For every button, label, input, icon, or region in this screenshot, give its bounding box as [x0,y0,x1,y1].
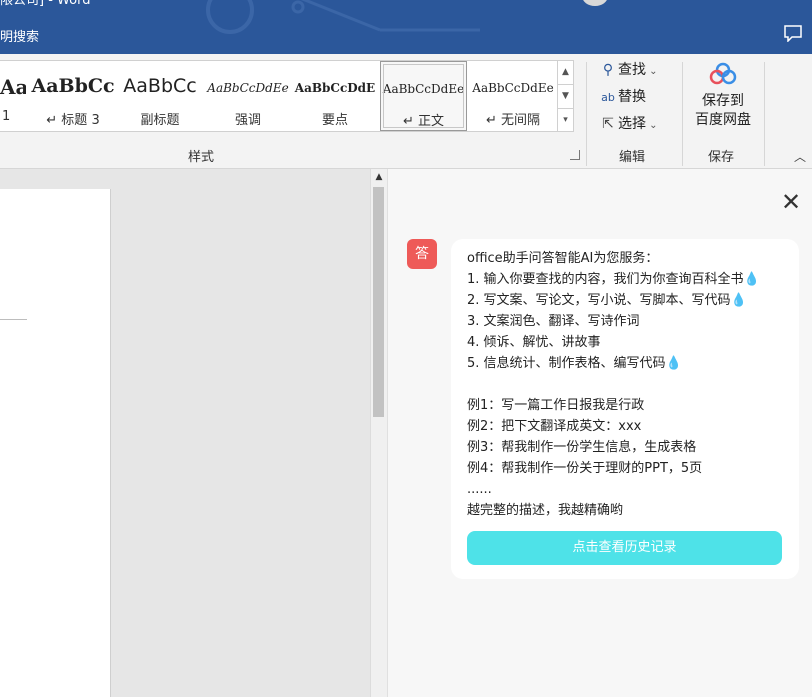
gallery-down-icon[interactable]: ▼ [558,85,573,109]
styles-group-label: 样式 [188,150,215,165]
save-to-baidu-button[interactable]: 保存到 百度网盘 [688,62,758,130]
message-line: 例4：帮我制作一份关于理财的PPT，5页 [467,461,703,476]
ribbon: AaBbC 1 AaBbCc ↵ 标题 3 AaBbCc 副标题 AaBbCcD… [0,54,812,169]
style-name: ↵ 无间隔 [485,113,541,128]
assistant-pane: ✕ 答 office助手问答智能AI为您服务： 1. 输入你要查找的内容，我们为… [387,169,812,697]
style-preview: AaBbCcDdEe [207,81,289,95]
account-avatar[interactable] [582,0,608,6]
message-line: 例3：帮我制作一份学生信息，生成表格 [467,440,697,455]
message-line: 4. 倾诉、解忧、讲故事 [467,335,601,350]
styles-gallery: AaBbC 1 AaBbCc ↵ 标题 3 AaBbCc 副标题 AaBbCcD… [0,60,557,132]
tell-me-search[interactable]: 明搜索 [0,26,39,45]
message-line: 例1：写一篇工作日报我是行政 [467,398,645,413]
document-scrollbar[interactable]: ▲ [370,169,387,697]
collapse-ribbon-icon[interactable]: ︿ [794,148,806,165]
comment-icon[interactable] [784,24,802,42]
bot-avatar: 答 [407,239,437,269]
message-line: 1. 输入你要查找的内容，我们为你查询百科全书💧 [467,272,760,287]
style-preview: AaBbC [0,75,26,99]
title-bar: 限公司] - Word 明搜索 [0,0,812,54]
style-strong[interactable]: AaBbCcDdE 要点 [292,61,378,131]
style-preview: AaBbCcDdE [294,81,376,95]
style-heading-3[interactable]: AaBbCc ↵ 标题 3 [30,61,116,131]
scrollbar-thumb[interactable] [373,187,384,417]
scroll-up-icon[interactable]: ▲ [371,169,387,185]
style-name: ↵ 正文 [402,114,445,129]
message-line: 5. 信息统计、制作表格、编写代码💧 [467,356,682,371]
style-name: ↵ 标题 3 [46,113,100,128]
style-name: 1 [2,109,11,124]
gallery-up-icon[interactable]: ▲ [558,61,573,85]
close-icon[interactable]: ✕ [780,190,802,214]
group-divider [682,62,683,166]
document-canvas [0,169,372,697]
message-line: ...... [467,482,492,497]
style-emphasis[interactable]: AaBbCcDdEe 强调 [206,61,290,131]
message-line: 3. 文案润色、翻译、写诗作词 [467,314,640,329]
dialog-launcher-icon[interactable] [570,150,580,160]
style-subtitle[interactable]: AaBbCc 副标题 [116,61,204,131]
window-title: 限公司] - Word [0,0,91,8]
save-button-line2: 百度网盘 [695,112,751,128]
replace-icon: ab [601,91,615,104]
decorative-pattern [206,0,480,34]
search-icon: ⚲ [602,62,614,78]
message-line: 例2：把下文翻译成英文：xxx [467,419,642,434]
select-button[interactable]: ⇱ 选择 ⌄ [598,113,657,135]
margin-guide [0,319,27,320]
group-divider [586,62,587,166]
message-line: 越完整的描述，我越精确哟 [467,503,624,518]
find-button[interactable]: ⚲ 查找 ⌄ [598,59,658,81]
group-divider [764,62,765,166]
replace-button[interactable]: ab 替换 [598,86,646,108]
style-heading-2[interactable]: AaBbC 1 [0,61,26,131]
styles-gallery-scroll: ▲ ▼ ▾ [557,60,574,132]
save-group-label: 保存 [708,150,735,165]
style-preview: AaBbCcDdEe [472,81,554,95]
style-preview: AaBbCc [31,75,115,97]
view-history-button[interactable]: 点击查看历史记录 [467,531,782,565]
assistant-message: office助手问答智能AI为您服务： 1. 输入你要查找的内容，我们为你查询百… [451,239,799,579]
cursor-icon: ⇱ [602,116,614,132]
replace-label: 替换 [618,89,646,105]
style-normal[interactable]: AaBbCcDdEe ↵ 正文 [380,61,467,131]
gallery-more-icon[interactable]: ▾ [558,109,573,132]
style-no-spacing[interactable]: AaBbCcDdEe ↵ 无间隔 [469,61,557,131]
message-line: office助手问答智能AI为您服务： [467,251,659,266]
select-label: 选择 [618,116,646,132]
style-preview: AaBbCc [123,75,197,97]
editing-group-label: 编辑 [619,150,646,165]
style-preview: AaBbCcDdEe [382,82,465,96]
baidu-cloud-icon [709,62,737,85]
style-name: 要点 [321,113,348,128]
document-page[interactable] [0,189,111,697]
style-name: 强调 [234,113,261,128]
message-line: 2. 写文案、写论文，写小说、写脚本、写代码💧 [467,293,747,308]
save-button-line1: 保存到 [702,93,744,109]
style-name: 副标题 [140,113,180,128]
find-label: 查找 [618,62,646,78]
